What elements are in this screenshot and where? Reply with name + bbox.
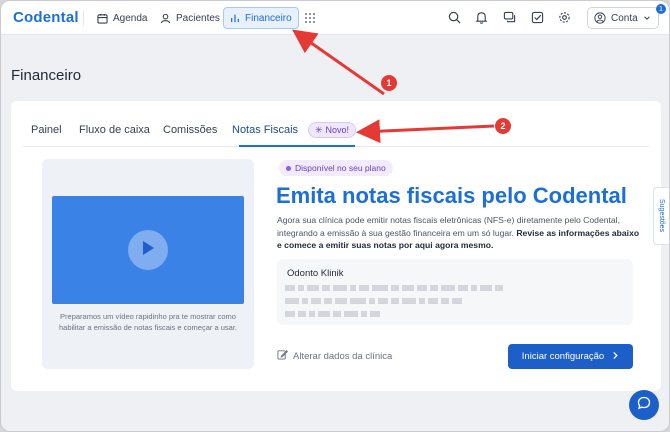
- top-navbar: Codental Agenda Pacientes Financeiro Con…: [1, 1, 669, 35]
- video-caption: Preparamos um vídeo rapidinho pra te mos…: [58, 312, 237, 332]
- apps-grid-icon[interactable]: [304, 11, 318, 25]
- nav-item-label: Agenda: [113, 12, 148, 24]
- chat-bubble-icon: [637, 396, 651, 415]
- annotation-arrow-1: [292, 29, 385, 96]
- app-logo[interactable]: Codental: [13, 9, 79, 26]
- novo-badge: ✳ Novo!: [308, 122, 357, 138]
- search-icon[interactable]: [448, 11, 462, 25]
- video-panel: Preparamos um vídeo rapidinho pra te mos…: [42, 159, 254, 369]
- edit-clinic-label: Alterar dados da clínica: [293, 350, 393, 362]
- support-chat-button[interactable]: [629, 390, 659, 420]
- account-circle-icon: [594, 12, 606, 24]
- app-window: Codental Agenda Pacientes Financeiro Con…: [0, 0, 670, 432]
- start-setup-label: Iniciar configuração: [521, 351, 605, 362]
- nav-item-pacientes[interactable]: Pacientes: [154, 7, 226, 29]
- tab-notas-fiscais[interactable]: Notas Fiscais: [232, 124, 298, 136]
- calendar-icon: [97, 13, 108, 24]
- play-button[interactable]: [128, 230, 168, 270]
- plan-badge-label: Disponível no seu plano: [295, 163, 386, 173]
- edit-clinic-link[interactable]: Alterar dados da clínica: [277, 349, 392, 363]
- nav-divider: [83, 10, 84, 26]
- active-tab-indicator: [239, 145, 355, 147]
- bar-chart-icon: [230, 13, 240, 23]
- video-thumbnail[interactable]: [52, 196, 244, 304]
- start-setup-button[interactable]: Iniciar configuração: [508, 344, 633, 369]
- page-title: Financeiro: [11, 67, 82, 84]
- chevron-right-icon: [612, 351, 619, 363]
- nav-item-agenda[interactable]: Agenda: [91, 7, 153, 29]
- plan-badge: Disponível no seu plano: [279, 160, 393, 176]
- nav-item-label: Pacientes: [176, 12, 220, 24]
- main-card: Painel Fluxo de caixa Comissões Notas Fi…: [11, 101, 661, 391]
- description: Agora sua clínica pode emitir notas fisc…: [277, 214, 642, 252]
- user-icon: [160, 13, 171, 24]
- pencil-icon: [277, 349, 289, 363]
- check-square-icon[interactable]: [531, 11, 545, 25]
- annotation-badge-1: 1: [381, 75, 397, 91]
- redacted-line: [285, 285, 503, 291]
- play-icon: [141, 240, 155, 261]
- gear-icon[interactable]: [558, 11, 572, 25]
- clinic-info-box: Odonto Klinik: [277, 259, 633, 325]
- annotation-badge-2: 2: [495, 118, 511, 134]
- account-menu-button[interactable]: Conta: [587, 7, 659, 29]
- tab-painel[interactable]: Painel: [31, 124, 62, 136]
- tab-bar: Painel Fluxo de caixa Comissões Notas Fi…: [23, 119, 649, 147]
- account-notification-badge: 1: [656, 4, 666, 14]
- sparkle-icon: ✳: [315, 124, 323, 135]
- suggestions-label: Sugestões: [658, 199, 665, 233]
- account-label: Conta: [611, 12, 638, 24]
- clinic-name: Odonto Klinik: [287, 268, 344, 279]
- bell-icon[interactable]: [475, 11, 489, 25]
- headline: Emita notas fiscais pelo Codental: [276, 183, 627, 208]
- nav-item-label: Financeiro: [245, 12, 292, 24]
- plan-dot-icon: [286, 165, 291, 171]
- nav-item-financeiro[interactable]: Financeiro: [223, 7, 299, 29]
- tab-comissoes[interactable]: Comissões: [163, 124, 217, 136]
- redacted-line: [285, 311, 380, 317]
- redacted-line: [285, 298, 462, 304]
- suggestions-side-tab[interactable]: Sugestões: [653, 187, 669, 245]
- chevron-down-icon: [643, 14, 651, 22]
- tab-fluxo-de-caixa[interactable]: Fluxo de caixa: [79, 124, 150, 136]
- chat-icon[interactable]: [503, 11, 517, 25]
- novo-badge-label: Novo!: [325, 125, 350, 135]
